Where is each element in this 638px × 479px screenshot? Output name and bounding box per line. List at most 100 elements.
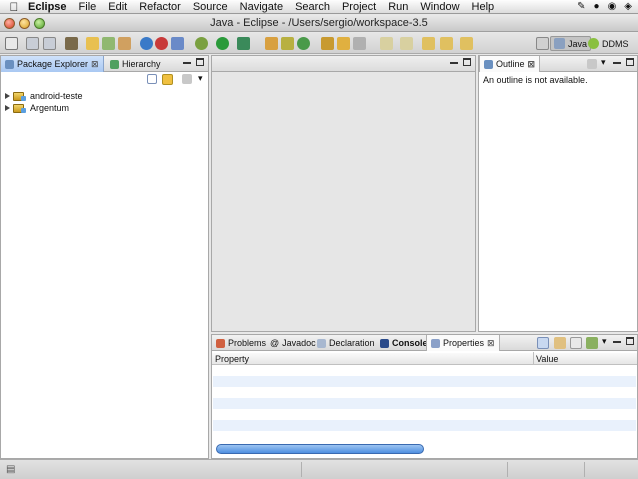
menu-refactor[interactable]: Refactor [139, 1, 181, 13]
properties-table-header: Property Value [212, 352, 637, 365]
restore-default-icon[interactable] [586, 337, 598, 349]
menu-window[interactable]: Window [420, 1, 459, 13]
status-bar: ▤ [0, 459, 638, 479]
tree-item-android-teste[interactable]: android-teste [5, 90, 83, 102]
menu-run[interactable]: Run [388, 1, 408, 13]
status-divider [301, 462, 302, 477]
maximize-editor-icon[interactable] [463, 58, 471, 66]
bottom-window-controls [613, 337, 634, 349]
tab-package-explorer[interactable]: Package Explorer ⊠ [1, 56, 104, 72]
main-toolbar: Java DDMS [0, 33, 638, 54]
window-titlebar: Java - Eclipse - /Users/sergio/workspace… [0, 15, 638, 32]
maximize-view-icon[interactable] [626, 58, 634, 66]
view-dropdown-icon[interactable]: ▾ [198, 73, 203, 84]
android-ddms-icon [588, 38, 599, 49]
close-tab-icon[interactable]: ⊠ [487, 338, 495, 349]
search-tool-icon[interactable] [281, 37, 294, 50]
script-icon[interactable]: ✎ [577, 1, 585, 12]
minimize-view-icon[interactable] [183, 62, 191, 70]
globe-icon[interactable]: ◉ [608, 1, 617, 12]
refresh-icon[interactable] [297, 37, 310, 50]
debug-icon[interactable] [195, 37, 208, 50]
minimize-view-icon[interactable] [613, 62, 621, 70]
package-explorer-window-controls [183, 58, 204, 70]
wifi-icon[interactable]: ◈ [624, 1, 632, 12]
open-task-icon[interactable] [265, 37, 278, 50]
maximize-view-icon[interactable] [626, 337, 634, 345]
column-divider[interactable] [533, 352, 534, 364]
expand-arrow-icon[interactable] [5, 105, 10, 111]
hierarchy-icon [110, 59, 119, 69]
outline-message: An outline is not available. [483, 75, 588, 85]
tree-item-argentum[interactable]: Argentum [5, 102, 69, 114]
print-icon[interactable] [43, 37, 56, 50]
menu-navigate[interactable]: Navigate [240, 1, 283, 13]
menu-file[interactable]: File [79, 1, 97, 13]
outline-dropdown-icon[interactable]: ▾ [601, 57, 606, 68]
close-tab-icon[interactable]: ⊠ [528, 59, 536, 70]
pen-icon[interactable] [353, 37, 366, 50]
editor-window-controls [450, 58, 471, 70]
pin-icon[interactable] [570, 337, 582, 349]
android-avd-icon[interactable] [171, 37, 184, 50]
new-icon[interactable] [5, 37, 18, 50]
previous-annotation-icon[interactable] [400, 37, 413, 50]
column-property[interactable]: Property [215, 354, 249, 364]
menu-source[interactable]: Source [193, 1, 228, 13]
fast-view-icon[interactable]: ▤ [6, 464, 15, 475]
properties-icon [431, 338, 440, 348]
outline-tabs: Outline ⊠ ▾ [479, 56, 637, 72]
tab-hierarchy[interactable]: Hierarchy [106, 56, 165, 72]
tab-declaration[interactable]: Declaration [313, 335, 379, 351]
tab-problems[interactable]: Problems [212, 335, 270, 351]
open-folder-icon[interactable] [321, 37, 334, 50]
spy-icon[interactable]: ● [594, 1, 600, 12]
back-icon[interactable] [440, 37, 453, 50]
show-advanced-icon[interactable] [554, 337, 566, 349]
close-tab-icon[interactable]: ⊠ [91, 59, 99, 70]
menu-project[interactable]: Project [342, 1, 376, 13]
outline-view-menu-icon[interactable] [587, 59, 597, 69]
app-menu[interactable]: Eclipse [28, 1, 67, 13]
column-value[interactable]: Value [536, 354, 558, 364]
menu-edit[interactable]: Edit [108, 1, 127, 13]
tab-outline[interactable]: Outline ⊠ [479, 56, 541, 72]
new-java-project-icon[interactable] [102, 37, 115, 50]
link-with-editor-icon[interactable] [162, 74, 173, 85]
status-divider [507, 462, 508, 477]
android-sdk-icon[interactable] [65, 37, 78, 50]
next-annotation-icon[interactable] [380, 37, 393, 50]
package-explorer-tabs: Package Explorer ⊠ Hierarchy [1, 56, 208, 72]
save-icon[interactable] [26, 37, 39, 50]
open-perspective-icon[interactable] [536, 37, 549, 50]
tab-console[interactable]: Console [376, 335, 432, 351]
debug-android-icon[interactable] [155, 37, 168, 50]
menu-help[interactable]: Help [472, 1, 495, 13]
tab-properties[interactable]: Properties ⊠ [426, 335, 500, 351]
folder-icon[interactable] [337, 37, 350, 50]
tab-javadoc[interactable]: @ Javadoc [266, 335, 320, 351]
bottom-tabs: Problems @ Javadoc Declaration Console P… [212, 335, 637, 351]
menu-search[interactable]: Search [295, 1, 330, 13]
forward-icon[interactable] [460, 37, 473, 50]
new-package-icon[interactable] [118, 37, 131, 50]
editor-tabs [212, 56, 475, 72]
show-categories-icon[interactable] [537, 337, 549, 349]
run-icon[interactable] [216, 37, 229, 50]
properties-dropdown-icon[interactable]: ▾ [602, 336, 607, 347]
minimize-view-icon[interactable] [613, 341, 621, 349]
new-class-icon[interactable] [140, 37, 153, 50]
last-edit-icon[interactable] [422, 37, 435, 50]
expand-arrow-icon[interactable] [5, 93, 10, 99]
perspective-ddms[interactable]: DDMS [585, 36, 632, 51]
console-icon [380, 338, 389, 348]
open-type-icon[interactable] [86, 37, 99, 50]
android-project-icon [13, 91, 26, 101]
minimize-editor-icon[interactable] [450, 62, 458, 70]
collapse-all-icon[interactable] [147, 74, 157, 84]
view-menu-icon[interactable] [182, 74, 192, 84]
maximize-view-icon[interactable] [196, 58, 204, 66]
external-tools-icon[interactable] [237, 37, 250, 50]
apple-menu-icon[interactable]:  [0, 0, 28, 14]
horizontal-scrollbar[interactable] [216, 444, 424, 454]
